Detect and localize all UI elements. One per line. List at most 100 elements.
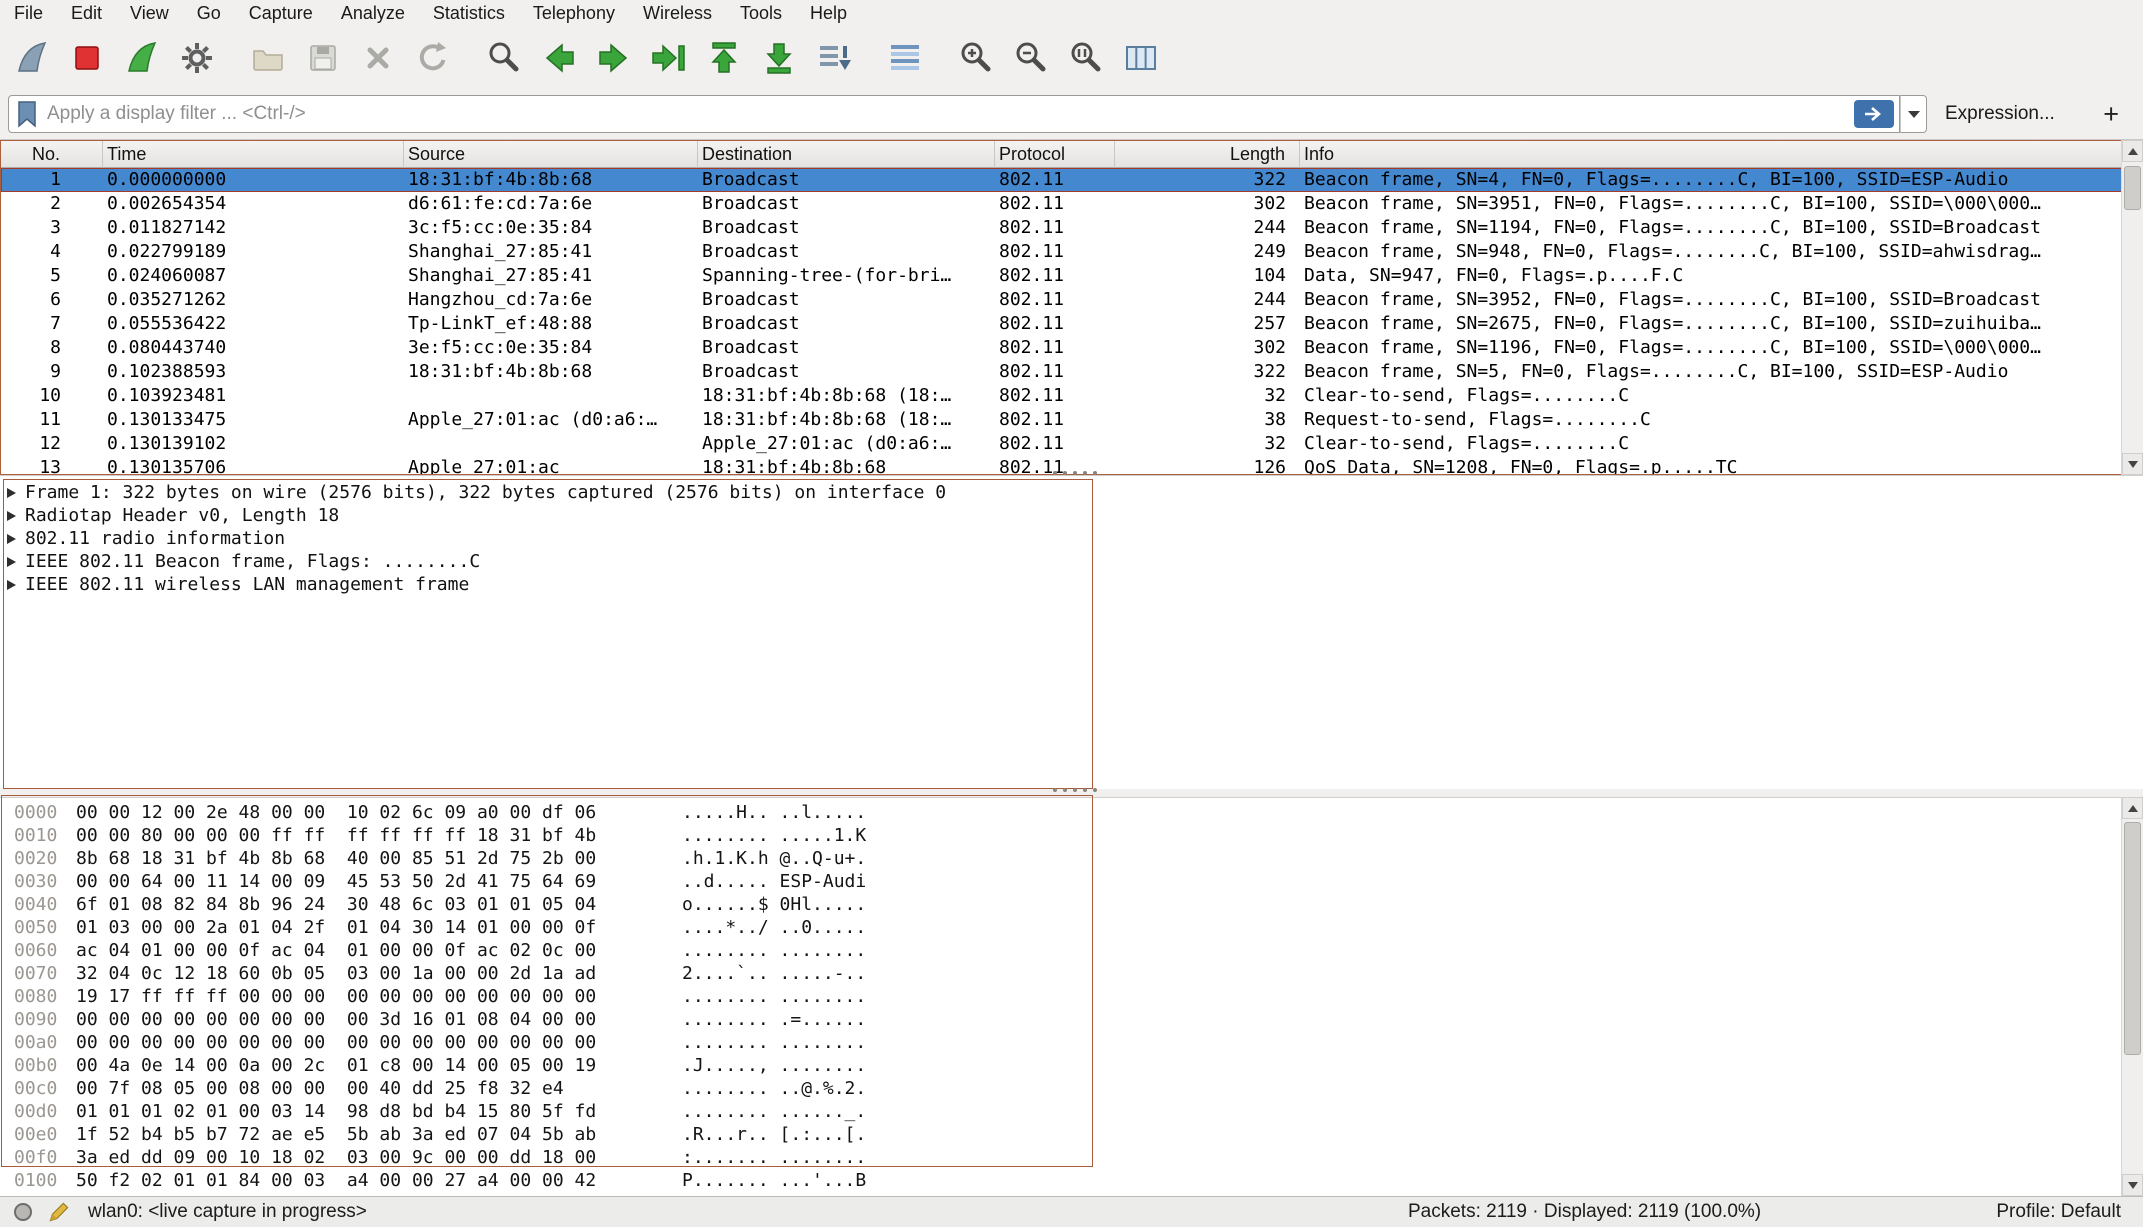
status-bar: wlan0: <live capture in progress> Packet… xyxy=(0,1196,2143,1227)
hex-line[interactable]: 00a000 00 00 00 00 00 00 00 00 00 00 00 … xyxy=(0,1031,2143,1054)
packet-row[interactable]: 110.130133475Apple_27:01:ac (d0:a6:…18:3… xyxy=(1,408,2142,432)
pane-splitter-handle[interactable] xyxy=(1040,786,1110,794)
scroll-down-icon[interactable] xyxy=(2122,453,2143,475)
menu-item-telephony[interactable]: Telephony xyxy=(519,0,629,27)
hex-line[interactable]: 008019 17 ff ff ff 00 00 00 00 00 00 00 … xyxy=(0,985,2143,1008)
pane-splitter-handle[interactable] xyxy=(1040,469,1110,477)
hex-line[interactable]: 00b000 4a 0e 14 00 0a 00 2c 01 c8 00 14 … xyxy=(0,1054,2143,1077)
hex-line[interactable]: 003000 00 64 00 11 14 00 09 45 53 50 2d … xyxy=(0,870,2143,893)
start-capture-icon[interactable] xyxy=(8,34,56,82)
hex-line[interactable]: 009000 00 00 00 00 00 00 00 00 3d 16 01 … xyxy=(0,1008,2143,1031)
packet-row[interactable]: 60.035271262Hangzhou_cd:7a:6eBroadcast80… xyxy=(1,288,2142,312)
detail-line[interactable]: IEEE 802.11 Beacon frame, Flags: .......… xyxy=(0,550,2143,573)
expand-arrow-icon[interactable] xyxy=(7,557,16,567)
packet-row[interactable]: 120.130139102Apple_27:01:ac (d0:a6:…802.… xyxy=(1,432,2142,456)
hex-line[interactable]: 001000 00 80 00 00 00 ff ff ff ff ff ff … xyxy=(0,824,2143,847)
find-packet-icon[interactable] xyxy=(480,34,528,82)
display-filter-field[interactable] xyxy=(8,95,1900,133)
scrollbar-thumb[interactable] xyxy=(2124,822,2141,1055)
zoom-out-icon[interactable] xyxy=(1007,34,1055,82)
go-back-icon[interactable] xyxy=(535,34,583,82)
scroll-up-icon[interactable] xyxy=(2122,797,2143,819)
hex-line[interactable]: 00208b 68 18 31 bf 4b 8b 68 40 00 85 51 … xyxy=(0,847,2143,870)
bookmark-icon[interactable] xyxy=(15,99,39,129)
menu-item-file[interactable]: File xyxy=(0,0,57,27)
auto-scroll-icon[interactable] xyxy=(810,34,858,82)
scrollbar-thumb[interactable] xyxy=(2124,166,2141,210)
go-to-packet-icon[interactable] xyxy=(645,34,693,82)
menu-item-statistics[interactable]: Statistics xyxy=(419,0,519,27)
resize-columns-icon[interactable] xyxy=(1117,34,1165,82)
go-last-icon[interactable] xyxy=(755,34,803,82)
menu-item-wireless[interactable]: Wireless xyxy=(629,0,726,27)
expression-button[interactable]: Expression... xyxy=(1945,103,2055,125)
add-filter-button[interactable]: + xyxy=(2103,101,2119,128)
expand-arrow-icon[interactable] xyxy=(7,534,16,544)
hex-line[interactable]: 0060ac 04 01 00 00 0f ac 04 01 00 00 0f … xyxy=(0,939,2143,962)
scroll-up-icon[interactable] xyxy=(2122,140,2143,162)
restart-capture-icon[interactable] xyxy=(118,34,166,82)
menu-item-tools[interactable]: Tools xyxy=(726,0,796,27)
zoom-in-icon[interactable] xyxy=(952,34,1000,82)
packet-row[interactable]: 100.10392348118:31:bf:4b:8b:68 (18:…802.… xyxy=(1,384,2142,408)
packet-row[interactable]: 80.0804437403e:f5:cc:0e:35:84Broadcast80… xyxy=(1,336,2142,360)
stop-capture-icon[interactable] xyxy=(63,34,111,82)
hex-pane-scrollbar[interactable] xyxy=(2121,797,2143,1196)
display-filter-input[interactable] xyxy=(47,103,1854,125)
detail-line[interactable]: Radiotap Header v0, Length 18 xyxy=(0,504,2143,527)
scroll-down-icon[interactable] xyxy=(2122,1174,2143,1196)
colorize-icon[interactable] xyxy=(881,34,929,82)
hex-line[interactable]: 000000 00 12 00 2e 48 00 00 10 02 6c 09 … xyxy=(0,801,2143,824)
menu-item-edit[interactable]: Edit xyxy=(57,0,116,27)
column-header-time[interactable]: Time xyxy=(103,141,404,168)
detail-line[interactable]: 802.11 radio information xyxy=(0,527,2143,550)
expand-arrow-icon[interactable] xyxy=(7,511,16,521)
detail-line[interactable]: IEEE 802.11 wireless LAN management fram… xyxy=(0,573,2143,596)
hex-line[interactable]: 00406f 01 08 82 84 8b 96 24 30 48 6c 03 … xyxy=(0,893,2143,916)
go-first-icon[interactable] xyxy=(700,34,748,82)
detail-line[interactable]: Frame 1: 322 bytes on wire (2576 bits), … xyxy=(0,481,2143,504)
packet-details: Frame 1: 322 bytes on wire (2576 bits), … xyxy=(0,475,2143,789)
packet-row[interactable]: 30.0118271423c:f5:cc:0e:35:84Broadcast80… xyxy=(1,216,2142,240)
packet-list-scrollbar[interactable] xyxy=(2121,140,2143,475)
hex-line[interactable]: 007032 04 0c 12 18 60 0b 05 03 00 1a 00 … xyxy=(0,962,2143,985)
menu-item-view[interactable]: View xyxy=(116,0,183,27)
reload-file-icon[interactable] xyxy=(409,34,457,82)
zoom-reset-icon[interactable] xyxy=(1062,34,1110,82)
hex-line[interactable]: 00c000 7f 08 05 00 08 00 00 00 40 dd 25 … xyxy=(0,1077,2143,1100)
packet-row[interactable]: 90.10238859318:31:bf:4b:8b:68Broadcast80… xyxy=(1,360,2142,384)
column-header-src[interactable]: Source xyxy=(404,141,698,168)
packet-row[interactable]: 20.002654354d6:61:fe:cd:7a:6eBroadcast80… xyxy=(1,192,2142,216)
open-file-icon[interactable] xyxy=(244,34,292,82)
column-header-len[interactable]: Length xyxy=(1115,141,1300,168)
capture-status-icon[interactable] xyxy=(14,1203,32,1221)
capture-options-icon[interactable] xyxy=(173,34,221,82)
menu-item-help[interactable]: Help xyxy=(796,0,861,27)
wireshark-window: FileEditViewGoCaptureAnalyzeStatisticsTe… xyxy=(0,0,2143,1227)
menu-item-capture[interactable]: Capture xyxy=(235,0,327,27)
column-header-proto[interactable]: Protocol xyxy=(995,141,1115,168)
save-file-icon[interactable] xyxy=(299,34,347,82)
packet-row[interactable]: 70.055536422Tp-LinkT_ef:48:88Broadcast80… xyxy=(1,312,2142,336)
close-file-icon[interactable] xyxy=(354,34,402,82)
edit-comment-icon[interactable] xyxy=(46,1199,72,1225)
profile-selector[interactable]: Profile: Default xyxy=(1996,1201,2121,1223)
hex-line[interactable]: 005001 03 00 00 2a 01 04 2f 01 04 30 14 … xyxy=(0,916,2143,939)
column-header-dst[interactable]: Destination xyxy=(698,141,995,168)
go-forward-icon[interactable] xyxy=(590,34,638,82)
hex-line[interactable]: 00d001 01 01 02 01 00 03 14 98 d8 bd b4 … xyxy=(0,1100,2143,1123)
packet-row[interactable]: 40.022799189Shanghai_27:85:41Broadcast80… xyxy=(1,240,2142,264)
expand-arrow-icon[interactable] xyxy=(7,488,16,498)
packet-row[interactable]: 10.00000000018:31:bf:4b:8b:68Broadcast80… xyxy=(1,168,2142,192)
menu-item-analyze[interactable]: Analyze xyxy=(327,0,419,27)
apply-filter-button[interactable] xyxy=(1854,100,1894,128)
hex-line[interactable]: 010050 f2 02 01 01 84 00 03 a4 00 00 27 … xyxy=(0,1169,2143,1192)
filter-history-dropdown[interactable] xyxy=(1900,95,1927,133)
hex-line[interactable]: 00e01f 52 b4 b5 b7 72 ae e5 5b ab 3a ed … xyxy=(0,1123,2143,1146)
menu-item-go[interactable]: Go xyxy=(183,0,235,27)
hex-line[interactable]: 00f03a ed dd 09 00 10 18 02 03 00 9c 00 … xyxy=(0,1146,2143,1169)
column-header-info[interactable]: Info xyxy=(1300,141,2142,168)
column-header-no[interactable]: No. xyxy=(1,141,103,168)
expand-arrow-icon[interactable] xyxy=(7,580,16,590)
packet-row[interactable]: 50.024060087Shanghai_27:85:41Spanning-tr… xyxy=(1,264,2142,288)
